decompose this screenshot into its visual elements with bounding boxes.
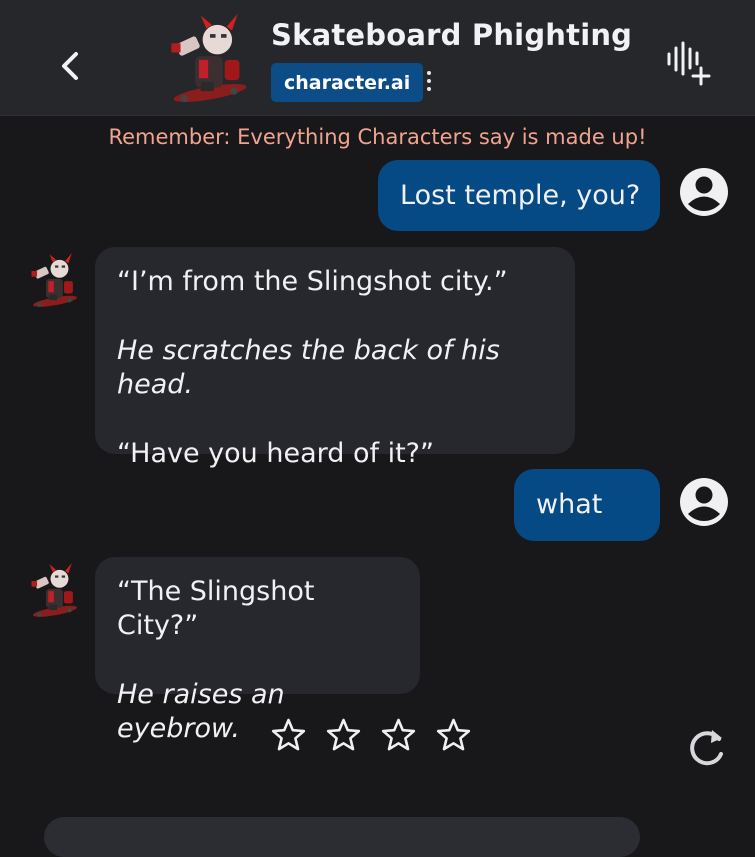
character-avatar[interactable] (164, 10, 256, 106)
more-vertical-icon[interactable] (418, 66, 440, 96)
star-icon[interactable] (325, 717, 362, 754)
chat-header: Skateboard Phighting character.ai (0, 0, 755, 116)
action-line: He scratches the back of his head. (117, 335, 500, 400)
user-message-bubble: what (514, 469, 660, 541)
message-text: what (536, 489, 603, 520)
regenerate-icon[interactable] (683, 725, 729, 771)
dialogue-line: “Have you heard of it?” (117, 438, 434, 469)
user-message-bubble: Lost temple, you? (378, 160, 660, 231)
star-icon[interactable] (380, 717, 417, 754)
voice-add-icon[interactable] (664, 40, 712, 86)
message-input[interactable] (44, 817, 640, 857)
back-button[interactable] (50, 44, 90, 88)
chevron-left-icon (62, 52, 78, 80)
dialogue-line: “I’m from the Slingshot city.” (117, 266, 508, 297)
character-avatar-small[interactable] (27, 560, 83, 620)
character-avatar-small[interactable] (27, 250, 83, 310)
message-text: Lost temple, you? (400, 179, 641, 211)
star-icon[interactable] (270, 717, 307, 754)
disclaimer-text: Remember: Everything Characters say is m… (108, 125, 647, 149)
creator-badge[interactable]: character.ai (271, 63, 424, 102)
star-icon[interactable] (435, 717, 472, 754)
dialogue-line: “The Slingshot City?” (117, 576, 315, 641)
character-name[interactable]: Skateboard Phighting (271, 18, 632, 52)
character-message-bubble: “I’m from the Slingshot city.” He scratc… (95, 247, 575, 469)
user-avatar-icon[interactable] (679, 477, 729, 527)
user-avatar-icon[interactable] (679, 167, 729, 217)
star-rating (270, 717, 472, 754)
character-message-bubble: “The Slingshot City?” He raises an eyebr… (95, 557, 420, 744)
